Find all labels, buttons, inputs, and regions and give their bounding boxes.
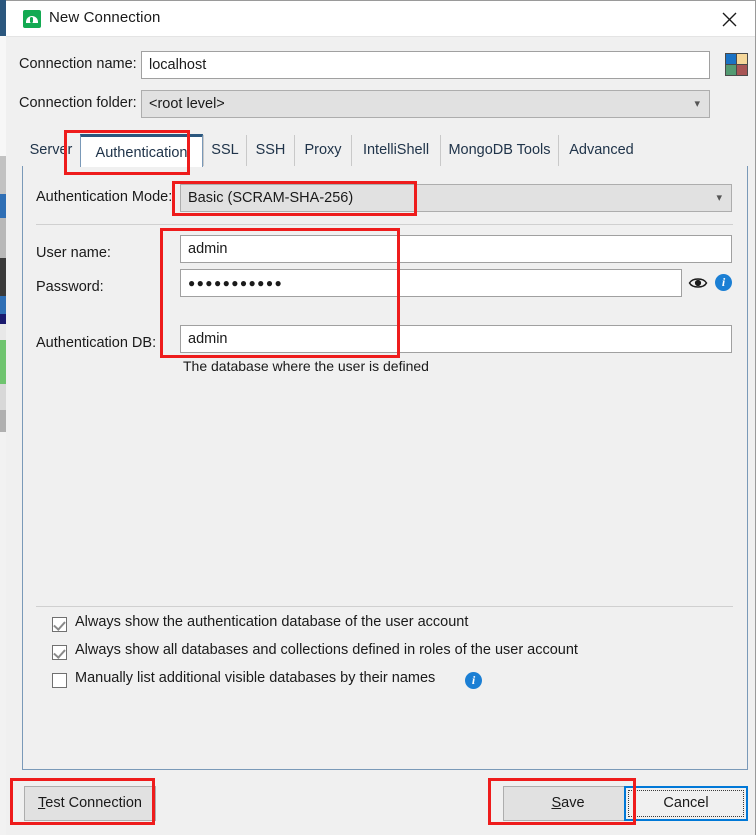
save-label: ave (561, 795, 585, 811)
title-bar: New Connection (6, 1, 755, 37)
eye-icon[interactable] (688, 273, 708, 293)
tab-server[interactable]: Server (22, 135, 80, 166)
tab-mongodb-tools[interactable]: MongoDB Tools (440, 135, 558, 166)
authentication-db-help-text: The database where the user is defined (183, 358, 429, 374)
close-icon (722, 12, 737, 27)
authentication-mode-select[interactable]: Basic (SCRAM-SHA-256) ▾ (180, 184, 732, 212)
username-label: User name: (36, 245, 111, 261)
focus-ring (628, 790, 744, 817)
authentication-mode-label: Authentication Mode: (36, 189, 173, 205)
authentication-tab-panel: Authentication Mode: Basic (SCRAM-SHA-25… (22, 166, 748, 770)
password-info-icon[interactable]: i (715, 274, 732, 291)
checkbox-manually-list-databases[interactable] (52, 673, 67, 688)
cancel-button[interactable]: Cancel (624, 786, 748, 821)
tab-advanced[interactable]: Advanced (558, 135, 644, 166)
test-connection-button[interactable]: Test Connection (24, 786, 156, 821)
checkbox-label-always-show-auth-db[interactable]: Always show the authentication database … (75, 614, 468, 630)
mongodb-leaf-icon (23, 10, 41, 28)
tab-authentication[interactable]: Authentication (80, 134, 203, 167)
connection-folder-label: Connection folder: (19, 95, 137, 111)
connection-folder-value: <root level> (149, 96, 225, 112)
connection-folder-select[interactable]: <root level> ▾ (141, 90, 710, 118)
username-input[interactable]: admin (180, 235, 732, 263)
tab-ssh[interactable]: SSH (246, 135, 294, 166)
tab-intellishell[interactable]: IntelliShell (351, 135, 440, 166)
checkbox-always-show-auth-db[interactable] (52, 617, 67, 632)
save-mnemonic: S (551, 795, 562, 811)
divider-top (36, 224, 733, 225)
close-button[interactable] (713, 5, 747, 33)
checkbox-always-show-all-databases[interactable] (52, 645, 67, 660)
checkbox-label-manually-list-databases[interactable]: Manually list additional visible databas… (75, 670, 435, 686)
checkbox-label-always-show-all-databases[interactable]: Always show all databases and collection… (75, 642, 578, 658)
manually-list-databases-info-icon[interactable]: i (465, 672, 482, 689)
authentication-mode-value: Basic (SCRAM-SHA-256) (188, 190, 354, 206)
connection-name-input[interactable]: localhost (141, 51, 710, 79)
window-title: New Connection (49, 9, 161, 26)
password-label: Password: (36, 279, 104, 295)
tab-proxy[interactable]: Proxy (294, 135, 351, 166)
authentication-db-label: Authentication DB: (36, 335, 157, 351)
color-swatch-icon[interactable] (725, 53, 748, 76)
tab-strip: Server Authentication SSL SSH Proxy Inte… (22, 134, 748, 167)
new-connection-dialog: New Connection Connection name: localhos… (6, 0, 756, 835)
screenshot-root: New Connection Connection name: localhos… (0, 0, 756, 835)
authentication-db-input[interactable]: admin (180, 325, 732, 353)
tab-ssl[interactable]: SSL (203, 135, 246, 166)
divider-bottom (36, 606, 733, 607)
chevron-down-icon: ▾ (716, 192, 722, 204)
test-connection-label: est Connection (45, 795, 142, 811)
password-input[interactable]: ●●●●●●●●●●● (180, 269, 682, 297)
chevron-down-icon: ▾ (694, 98, 700, 110)
save-button[interactable]: Save (503, 786, 633, 821)
connection-name-label: Connection name: (19, 56, 137, 72)
